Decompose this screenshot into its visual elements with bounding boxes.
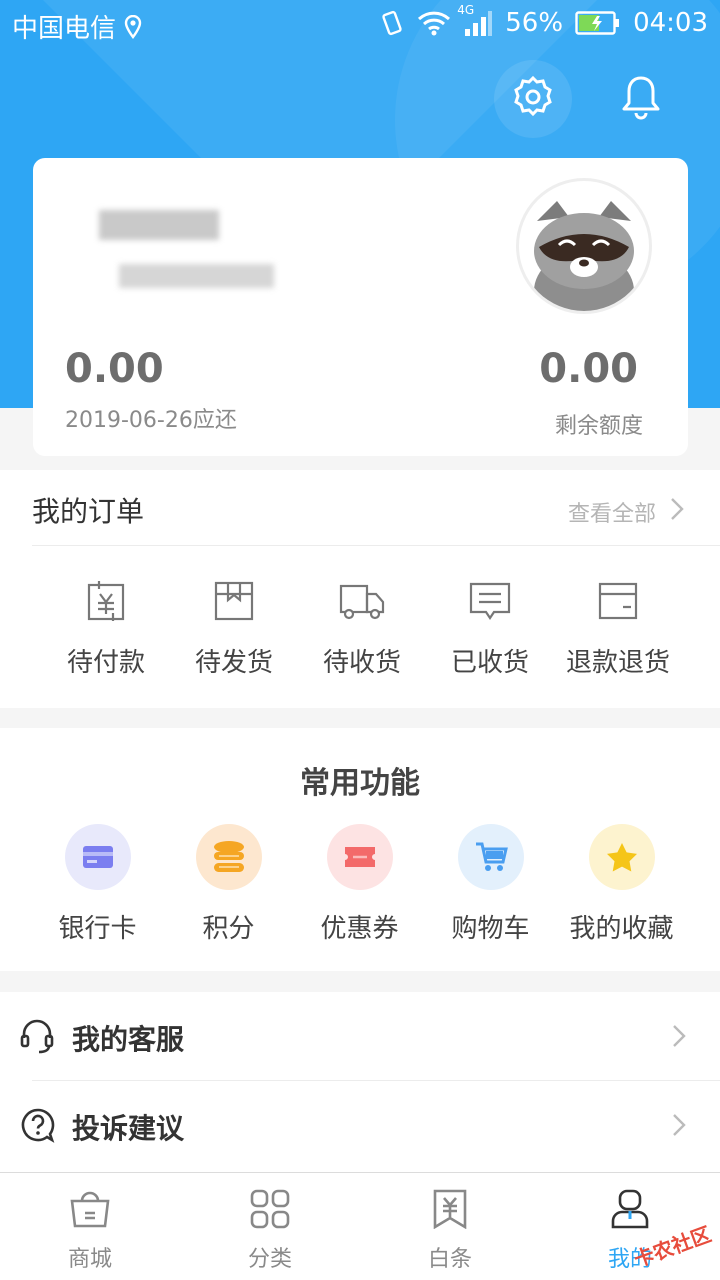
order-pending-payment-label: 待付款 (66, 648, 145, 678)
due-amount: 0.00 (65, 346, 164, 392)
common-functions-title: 常用功能 (300, 766, 420, 801)
remaining-label: 剩余额度 (554, 414, 643, 439)
raccoon-avatar-icon (534, 201, 634, 311)
remaining-amount: 0.00 (539, 346, 638, 392)
bank-card-icon (64, 824, 131, 890)
due-date-label: 2019-06-26应还 (65, 408, 237, 433)
chevron-right-icon (672, 1024, 686, 1052)
vibrate-icon (379, 9, 405, 37)
tab-baitiao[interactable]: 白条 (360, 1173, 540, 1280)
tab-shop-label: 商城 (67, 1247, 112, 1272)
order-pending-payment[interactable]: 待付款 (42, 580, 170, 679)
order-pending-shipment-label: 待发货 (194, 648, 273, 678)
coupon-button[interactable]: 优惠券 (294, 824, 425, 945)
bottom-tab-bar: 商城 分类 白条 我的 卡农社区 (0, 1172, 720, 1280)
network-type: 4G (457, 3, 475, 17)
divider (32, 1080, 720, 1081)
favorites-label: 我的收藏 (569, 914, 674, 944)
settings-button[interactable] (494, 60, 572, 138)
cart-label: 购物车 (451, 914, 530, 944)
order-refund-label: 退款退货 (565, 648, 670, 678)
bell-icon (621, 74, 661, 124)
message-icon (468, 580, 512, 626)
star-icon (588, 824, 655, 890)
order-received-label: 已收货 (450, 648, 529, 678)
coins-icon (195, 824, 262, 890)
avatar[interactable] (516, 178, 652, 314)
common-functions-row: 银行卡 积分 优惠券 购物车 我的收藏 (32, 824, 687, 945)
cart-button[interactable]: 购物车 (425, 824, 556, 945)
carrier-name: 中国电信 (12, 14, 117, 44)
customer-service-item[interactable]: 我的客服 (0, 994, 720, 1082)
shop-bag-icon (69, 1189, 111, 1233)
grid-icon (250, 1189, 290, 1233)
wifi-icon (417, 10, 451, 36)
gear-icon (510, 74, 556, 124)
tab-shop[interactable]: 商城 (0, 1173, 180, 1280)
common-functions-section: 常用功能 银行卡 积分 优惠券 购物车 我的收藏 (0, 728, 720, 971)
clock: 04:03 (633, 8, 708, 38)
customer-service-label: 我的客服 (72, 1023, 185, 1056)
service-list: 我的客服 投诉建议 (0, 992, 720, 1172)
account-card: 0.00 2019-06-26应还 0.00 剩余额度 (33, 158, 688, 456)
payment-pending-icon (85, 580, 127, 626)
tab-category-label: 分类 (247, 1247, 292, 1272)
order-refund[interactable]: 退款退货 (554, 580, 682, 679)
location-icon (124, 14, 142, 39)
blurred-username (69, 204, 299, 294)
feedback-label: 投诉建议 (72, 1112, 185, 1145)
feedback-item[interactable]: 投诉建议 (0, 1083, 720, 1171)
user-icon (610, 1189, 650, 1233)
refund-card-icon (597, 580, 639, 626)
battery-icon (575, 10, 621, 36)
yen-bookmark-icon (432, 1189, 468, 1233)
truck-icon (339, 580, 385, 626)
chevron-right-icon (670, 497, 684, 527)
bank-card-button[interactable]: 银行卡 (32, 824, 163, 945)
orders-title: 我的订单 (32, 495, 145, 528)
question-icon (20, 1107, 56, 1147)
signal-icon: 4G (457, 3, 493, 37)
view-all-label: 查看全部 (567, 502, 656, 527)
header-actions (494, 60, 680, 138)
points-button[interactable]: 积分 (163, 824, 294, 945)
points-label: 积分 (202, 914, 255, 944)
package-icon (213, 580, 255, 626)
order-pending-receipt-label: 待收货 (322, 648, 401, 678)
coupon-label: 优惠券 (320, 914, 399, 944)
tab-baitiao-label: 白条 (427, 1247, 472, 1272)
favorites-button[interactable]: 我的收藏 (556, 824, 687, 945)
coupon-icon (326, 824, 393, 890)
cart-icon (457, 824, 524, 890)
battery-level: 56% (505, 8, 564, 38)
orders-header: 我的订单 查看全部 (32, 470, 720, 546)
view-all-orders-link[interactable]: 查看全部 (568, 496, 684, 528)
order-received[interactable]: 已收货 (426, 580, 554, 679)
orders-section: 我的订单 查看全部 待付款 待发货 待收货 已收货 退款退货 (0, 470, 720, 708)
chevron-right-icon (672, 1113, 686, 1141)
tab-category[interactable]: 分类 (180, 1173, 360, 1280)
status-bar: 中国电信 4G 56% 04:03 (0, 0, 720, 50)
order-pending-shipment[interactable]: 待发货 (170, 580, 298, 679)
order-pending-receipt[interactable]: 待收货 (298, 580, 426, 679)
notification-button[interactable] (602, 60, 680, 138)
order-status-row: 待付款 待发货 待收货 已收货 退款退货 (0, 580, 720, 679)
bank-card-label: 银行卡 (58, 914, 137, 944)
headset-icon (20, 1018, 54, 1058)
